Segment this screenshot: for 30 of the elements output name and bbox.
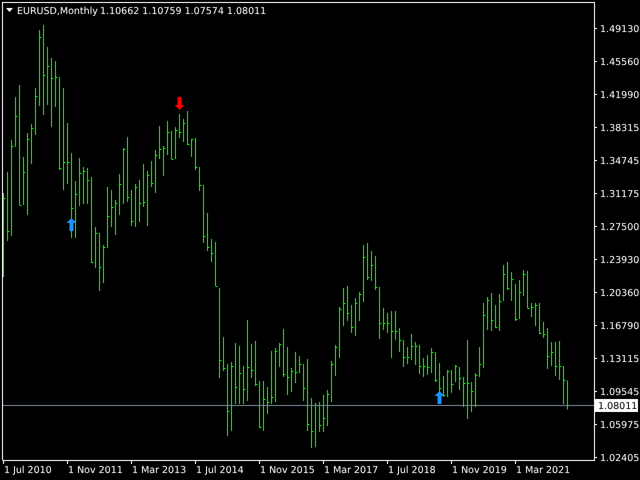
price-axis-label: 1.02405 <box>600 453 640 464</box>
price-axis-label: 1.38315 <box>600 123 640 134</box>
up-arrow-icon <box>434 391 444 404</box>
date-axis-label: 1 Jul 2014 <box>196 465 244 476</box>
price-axis-label: 1.41990 <box>600 90 640 101</box>
price-axis-label: 1.20360 <box>600 288 640 299</box>
current-price-label: 1.08011 <box>595 399 638 412</box>
price-axis-label: 1.05975 <box>600 420 640 431</box>
price-axis-label: 1.34745 <box>600 156 640 167</box>
price-axis-label: 1.23930 <box>600 255 640 266</box>
symbol-title: EURUSD,Monthly <box>17 6 98 17</box>
price-axis-label: 1.16790 <box>600 321 640 332</box>
date-axis-label: 1 Jul 2018 <box>388 465 436 476</box>
price-axis-label: 1.27500 <box>600 222 640 233</box>
date-axis-label: 1 Mar 2017 <box>324 465 378 476</box>
down-arrow-icon <box>174 96 184 110</box>
up-arrow-icon <box>66 218 76 231</box>
price-axis-label: 1.45560 <box>600 57 640 68</box>
date-axis-label: 1 Mar 2013 <box>132 465 186 476</box>
date-axis-label: 1 Mar 2021 <box>516 465 570 476</box>
price-axis-label: 1.49130 <box>600 24 640 35</box>
date-axis-label: 1 Nov 2011 <box>68 465 123 476</box>
date-axis-label: 1 Nov 2015 <box>260 465 315 476</box>
price-axis-label: 1.31175 <box>600 189 640 200</box>
date-axis-label: 1 Jul 2010 <box>4 465 52 476</box>
price-axis-label: 1.13115 <box>600 354 640 365</box>
ohlc-values: 1.10662 1.10759 1.07574 1.08011 <box>100 6 266 17</box>
price-axis-label: 1.09545 <box>600 387 640 398</box>
date-axis-label: 1 Nov 2019 <box>452 465 507 476</box>
dropdown-triangle-icon[interactable] <box>6 8 13 12</box>
